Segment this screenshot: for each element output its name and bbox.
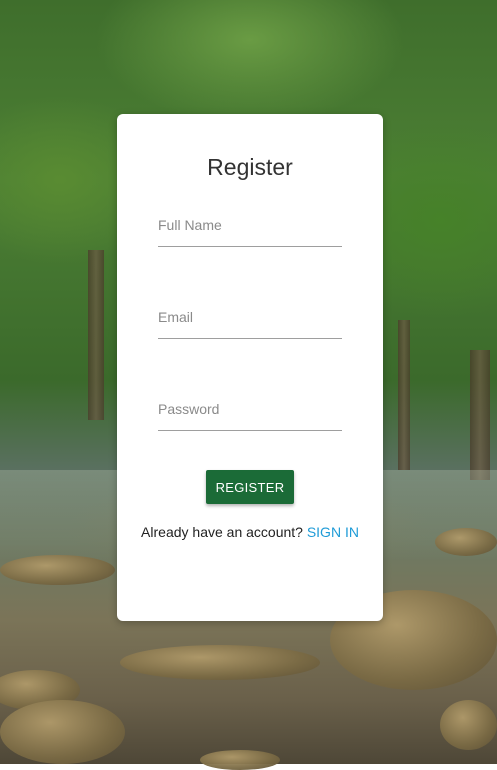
tree-trunk (470, 350, 490, 480)
password-field (158, 394, 342, 431)
register-card: Register REGISTER Already have an accoun… (117, 114, 383, 621)
sign-in-prompt: Already have an account? SIGN IN (117, 524, 383, 540)
river-rock (200, 750, 280, 770)
full-name-field (158, 210, 342, 247)
sign-in-link[interactable]: SIGN IN (307, 524, 359, 540)
tree-trunk (88, 250, 104, 420)
password-input[interactable] (158, 394, 342, 424)
register-button[interactable]: REGISTER (206, 470, 294, 504)
form-title: Register (207, 154, 293, 180)
email-input[interactable] (158, 302, 342, 332)
river-rock (0, 700, 125, 764)
tree-trunk (398, 320, 410, 470)
email-field (158, 302, 342, 339)
river-rock (435, 528, 497, 556)
full-name-input[interactable] (158, 210, 342, 240)
river-rock (120, 645, 320, 680)
account-prompt-text: Already have an account? (141, 524, 303, 540)
river-rock (0, 555, 115, 585)
river-rock (440, 700, 497, 750)
